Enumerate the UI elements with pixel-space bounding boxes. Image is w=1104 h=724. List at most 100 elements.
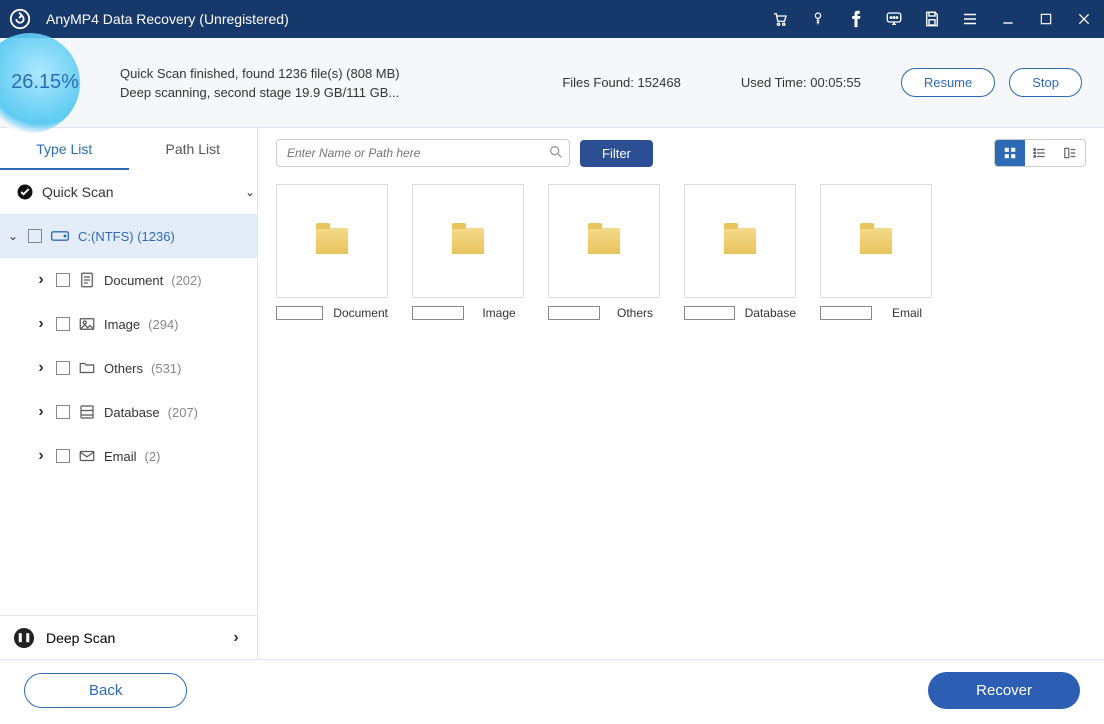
search-box: [276, 139, 570, 167]
feedback-icon[interactable]: [884, 9, 904, 29]
tree-drive[interactable]: C:(NTFS) (1236): [0, 214, 257, 258]
tree-quick-scan[interactable]: Quick Scan: [0, 170, 257, 214]
cat-checkbox[interactable]: [56, 273, 70, 287]
tile-checkbox[interactable]: [820, 306, 872, 320]
drive-checkbox[interactable]: [28, 229, 42, 243]
tile-label: Database: [745, 306, 796, 320]
minimize-icon[interactable]: [998, 9, 1018, 29]
cat-checkbox[interactable]: [56, 317, 70, 331]
search-input[interactable]: [276, 139, 570, 167]
folder-icon: [724, 228, 756, 254]
check-circle-icon: [16, 183, 34, 201]
tree-cat-email[interactable]: Email (2): [0, 434, 257, 478]
app-logo-icon: [8, 7, 32, 31]
tile-label: Image: [474, 306, 524, 320]
progress-percent: 26.15%: [11, 71, 79, 94]
tree-cat-document[interactable]: Document (202): [0, 258, 257, 302]
sidebar: Type List Path List Quick Scan C:(NTFS) …: [0, 128, 258, 659]
footer: Back Recover: [0, 659, 1104, 721]
folder-grid: Document Image Others Database Email: [258, 178, 1104, 659]
key-icon[interactable]: [808, 9, 828, 29]
chevron-right-icon[interactable]: [34, 403, 48, 421]
view-list-icon[interactable]: [1025, 140, 1055, 166]
tile-label: Others: [610, 306, 660, 320]
tile-others[interactable]: Others: [548, 184, 660, 320]
cart-icon[interactable]: [770, 9, 790, 29]
quick-scan-label: Quick Scan: [42, 184, 114, 200]
status-line1: Quick Scan finished, found 1236 file(s) …: [120, 66, 562, 81]
deep-scan-label: Deep Scan: [46, 630, 115, 646]
close-icon[interactable]: [1074, 9, 1094, 29]
save-icon[interactable]: [922, 9, 942, 29]
document-icon: [78, 271, 96, 289]
status-line2: Deep scanning, second stage 19.9 GB/111 …: [120, 85, 562, 100]
stop-button[interactable]: Stop: [1009, 68, 1082, 97]
search-icon[interactable]: [548, 144, 564, 160]
progress-circle: 26.15%: [0, 38, 90, 128]
content-toolbar: Filter: [258, 128, 1104, 178]
view-mode-switch: [994, 139, 1086, 167]
tab-type-list[interactable]: Type List: [0, 128, 129, 170]
tile-database[interactable]: Database: [684, 184, 796, 320]
resume-button[interactable]: Resume: [901, 68, 995, 97]
cat-label: Document: [104, 273, 163, 288]
cat-checkbox[interactable]: [56, 361, 70, 375]
cat-count: (202): [171, 273, 201, 288]
menu-icon[interactable]: [960, 9, 980, 29]
titlebar: AnyMP4 Data Recovery (Unregistered): [0, 0, 1104, 38]
used-time: Used Time: 00:05:55: [741, 75, 861, 90]
tile-email[interactable]: Email: [820, 184, 932, 320]
chevron-right-icon[interactable]: [34, 271, 48, 289]
database-icon: [78, 403, 96, 421]
folder-icon: [452, 228, 484, 254]
view-detail-icon[interactable]: [1055, 140, 1085, 166]
folder-icon: [316, 228, 348, 254]
cat-label: Others: [104, 361, 143, 376]
chevron-right-icon[interactable]: [34, 359, 48, 377]
cat-count: (294): [148, 317, 178, 332]
folder-icon: [588, 228, 620, 254]
cat-label: Image: [104, 317, 140, 332]
tile-label: Document: [333, 306, 388, 320]
tile-checkbox[interactable]: [276, 306, 323, 320]
chevron-down-icon[interactable]: [6, 229, 20, 243]
scan-status-bar: 26.15% Quick Scan finished, found 1236 f…: [0, 38, 1104, 128]
cat-label: Database: [104, 405, 160, 420]
window-title: AnyMP4 Data Recovery (Unregistered): [46, 11, 770, 27]
chevron-right-icon[interactable]: [229, 629, 243, 647]
cat-checkbox[interactable]: [56, 449, 70, 463]
folder-icon: [78, 359, 96, 377]
tile-checkbox[interactable]: [548, 306, 600, 320]
tab-path-list[interactable]: Path List: [129, 128, 258, 170]
view-grid-icon[interactable]: [995, 140, 1025, 166]
recover-button[interactable]: Recover: [928, 672, 1080, 709]
email-icon: [78, 447, 96, 465]
tile-image[interactable]: Image: [412, 184, 524, 320]
tile-document[interactable]: Document: [276, 184, 388, 320]
cat-count: (2): [145, 449, 161, 464]
tree-cat-others[interactable]: Others (531): [0, 346, 257, 390]
pause-icon: ❚❚: [14, 628, 34, 648]
cat-count: (207): [168, 405, 198, 420]
chevron-right-icon[interactable]: [34, 447, 48, 465]
drive-label: C:(NTFS) (1236): [78, 229, 175, 244]
tile-checkbox[interactable]: [684, 306, 735, 320]
tile-label: Email: [882, 306, 932, 320]
back-button[interactable]: Back: [24, 673, 187, 708]
tree-cat-image[interactable]: Image (294): [0, 302, 257, 346]
cat-count: (531): [151, 361, 181, 376]
cat-label: Email: [104, 449, 137, 464]
maximize-icon[interactable]: [1036, 9, 1056, 29]
facebook-icon[interactable]: [846, 9, 866, 29]
filter-button[interactable]: Filter: [580, 140, 653, 167]
files-found: Files Found: 152468: [562, 75, 681, 90]
cat-checkbox[interactable]: [56, 405, 70, 419]
image-icon: [78, 315, 96, 333]
tree-cat-database[interactable]: Database (207): [0, 390, 257, 434]
tile-checkbox[interactable]: [412, 306, 464, 320]
chevron-right-icon[interactable]: [34, 315, 48, 333]
folder-icon: [860, 228, 892, 254]
tree-deep-scan[interactable]: ❚❚ Deep Scan: [0, 615, 257, 659]
chevron-down-icon[interactable]: [243, 185, 257, 199]
disk-icon: [50, 228, 70, 244]
